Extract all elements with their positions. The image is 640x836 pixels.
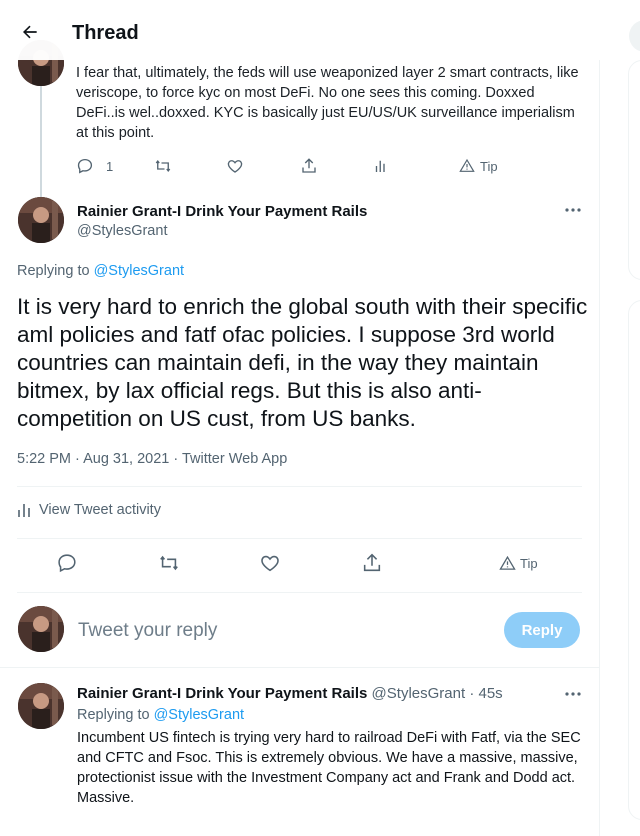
parent-tweet-actions: 1 Tip [76, 154, 526, 178]
retweet-icon [155, 160, 171, 172]
tweet-time[interactable]: 5:22 PM [17, 451, 71, 467]
analytics-icon [18, 504, 30, 517]
page-title: Thread [72, 22, 139, 44]
share-icon [302, 158, 316, 173]
main-tweet-text: It is very hard to enrich the global sou… [17, 294, 588, 431]
reply-tweet-header: Rainier Grant-I Drink Your Payment Rails… [77, 685, 503, 702]
analytics-button[interactable] [372, 154, 390, 178]
tweet-age[interactable]: 45s [478, 685, 502, 702]
author-handle[interactable]: @StylesGrant [77, 223, 167, 239]
replying-to-link[interactable]: @StylesGrant [154, 707, 244, 723]
reply-button[interactable]: 1 [76, 154, 113, 178]
thread-header: Thread [0, 0, 600, 60]
like-icon [227, 160, 243, 173]
tweet-meta: 5:22 PM · Aug 31, 2021 · Twitter Web App [17, 451, 288, 467]
divider [17, 486, 582, 487]
more-icon [565, 208, 581, 212]
avatar[interactable] [18, 683, 64, 729]
avatar[interactable] [18, 197, 64, 243]
more-options-button[interactable] [561, 684, 585, 704]
divider [17, 538, 582, 539]
author-name[interactable]: Rainier Grant-I Drink Your Payment Rails [77, 685, 367, 702]
divider [0, 667, 600, 668]
retweet-button[interactable] [158, 549, 180, 577]
tip-label: Tip [520, 555, 538, 571]
reply-count: 1 [106, 158, 114, 174]
reply-tweet-text: Incumbent US fintech is trying very hard… [77, 730, 581, 806]
avatar[interactable] [18, 606, 64, 652]
parent-tweet-text: I fear that, ultimately, the feds will u… [76, 65, 579, 141]
like-button[interactable] [259, 549, 281, 577]
sidebar-card [628, 300, 640, 820]
like-icon [261, 555, 279, 572]
reply-button[interactable] [56, 549, 78, 577]
tip-icon [459, 158, 475, 172]
share-button[interactable] [361, 549, 383, 577]
share-icon [363, 553, 381, 572]
tip-icon [499, 555, 516, 570]
main-tweet-actions: Tip [17, 549, 582, 577]
tip-label: Tip [480, 158, 498, 174]
more-options-button[interactable] [561, 200, 585, 220]
replying-to: Replying to @StylesGrant [77, 707, 244, 723]
reply-submit-button[interactable]: Reply [504, 612, 580, 648]
retweet-button[interactable] [154, 154, 172, 178]
author-name[interactable]: Rainier Grant-I Drink Your Payment Rails [77, 203, 367, 220]
like-button[interactable] [226, 154, 244, 178]
tip-button[interactable]: Tip [459, 154, 498, 178]
right-sidebar [601, 0, 640, 836]
replying-to-link[interactable]: @StylesGrant [94, 263, 184, 279]
share-button[interactable] [300, 154, 318, 178]
tweet-source[interactable]: Twitter Web App [182, 451, 287, 467]
reply-icon [77, 158, 93, 174]
sidebar-card [628, 60, 640, 280]
search-box[interactable] [629, 20, 640, 52]
thread-column: Thread I fear that, ultimately, the feds… [0, 0, 600, 836]
back-arrow-icon [23, 25, 37, 39]
tweet-date[interactable]: Aug 31, 2021 [83, 451, 169, 467]
reply-compose-input[interactable] [78, 618, 478, 644]
analytics-icon [375, 160, 385, 172]
tip-button[interactable]: Tip [499, 549, 538, 577]
activity-label: View Tweet activity [39, 502, 161, 518]
more-icon [565, 692, 581, 696]
reply-icon [58, 554, 76, 573]
divider [17, 592, 582, 593]
view-tweet-activity-link[interactable]: View Tweet activity [17, 502, 161, 518]
replying-prefix: Replying to [17, 263, 90, 279]
retweet-icon [160, 555, 178, 571]
replying-to: Replying to @StylesGrant [17, 263, 184, 279]
author-handle[interactable]: @StylesGrant [372, 685, 466, 702]
back-button[interactable] [18, 20, 42, 44]
replying-prefix: Replying to [77, 707, 150, 723]
